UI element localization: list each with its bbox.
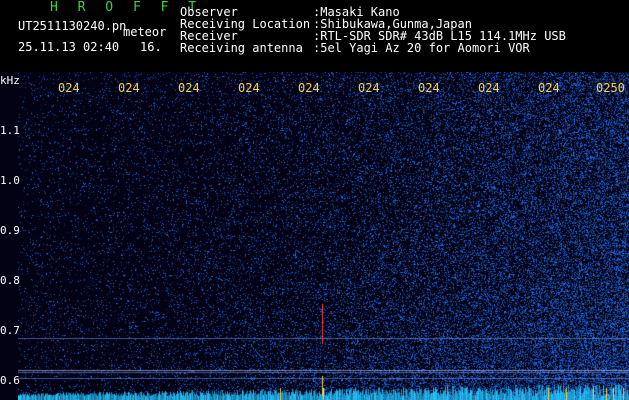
x-tick: 024: [478, 81, 500, 95]
x-tick: 024: [358, 81, 380, 95]
x-tick: 024: [538, 81, 560, 95]
y-tick: 1.0: [0, 174, 20, 187]
spectrogram-panel: kHz 1.1 1.0 0.9 0.8 0.7 0.6 024 024 024 …: [0, 72, 629, 400]
antenna-label: Receiving antenna: [180, 41, 303, 55]
x-tick: 024: [58, 81, 80, 95]
y-tick: 0.8: [0, 274, 20, 287]
x-tick: 024: [178, 81, 200, 95]
x-tick: 024: [418, 81, 440, 95]
y-tick: 0.9: [0, 224, 20, 237]
counter: 16.: [140, 40, 162, 54]
y-tick: 0.6: [0, 374, 20, 387]
x-tick: 024: [118, 81, 140, 95]
x-tick: 024: [298, 81, 320, 95]
antenna-value: :5el Yagi Az 20 for Aomori VOR: [313, 41, 530, 55]
meteor-label: meteor: [123, 25, 167, 39]
x-tick: 024: [238, 81, 260, 95]
datetime: 25.11.13 02:40: [18, 40, 120, 54]
y-tick: 1.1: [0, 124, 20, 137]
header-panel: H R O F F T UT2511130240.pn meteor 25.11…: [0, 0, 629, 72]
filename: UT2511130240.pn: [18, 19, 127, 33]
y-unit-label: kHz: [0, 74, 20, 87]
spectrogram-canvas: [18, 72, 629, 400]
x-tick: 0250: [596, 81, 625, 95]
y-tick: 0.7: [0, 324, 20, 337]
